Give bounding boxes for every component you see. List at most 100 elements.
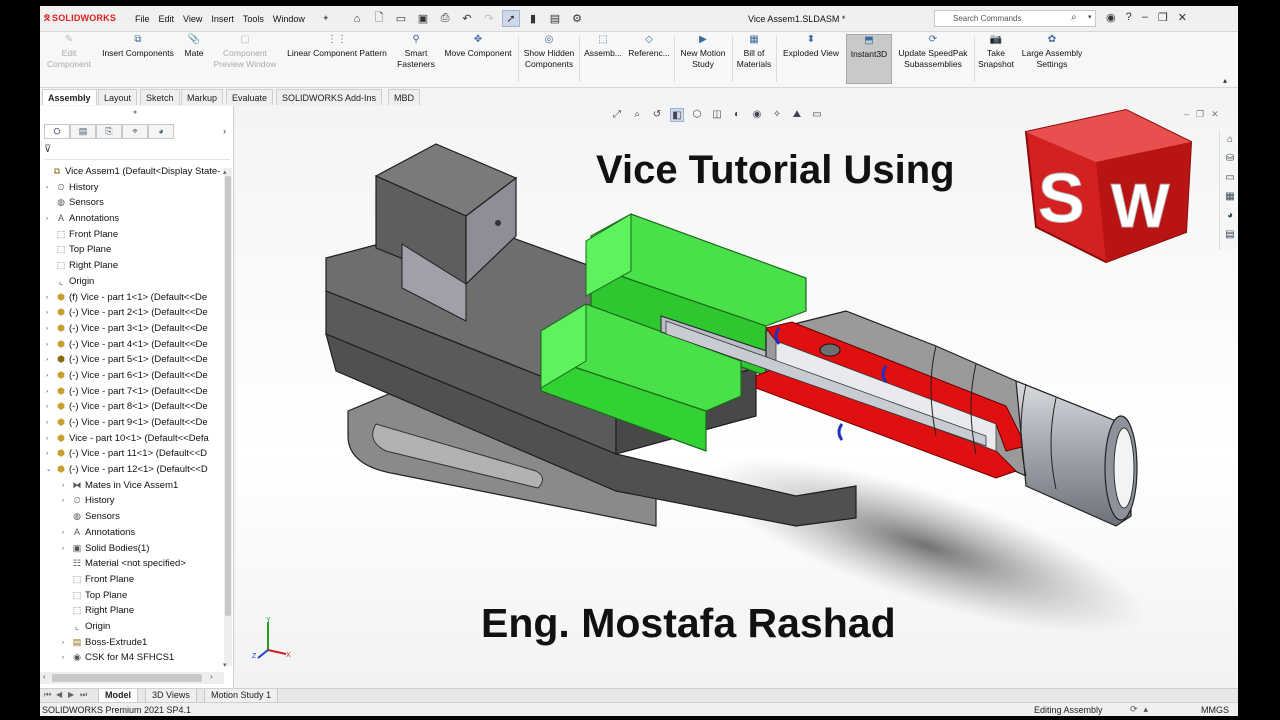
tree-expand-icon[interactable]: › — [46, 337, 54, 352]
exploded-view-button[interactable]: ⬍ Exploded View — [778, 34, 844, 84]
solidworks-resources-icon[interactable]: ⌂ — [1222, 132, 1238, 148]
tree-item[interactable]: › ⬢ (-) Vice - part 6<1> (Default<<De — [40, 368, 230, 384]
next-tab-icon[interactable]: ▶ — [68, 690, 74, 699]
tree-expand-icon[interactable]: › — [46, 368, 54, 383]
property-manager-tab-icon[interactable]: ▤ — [70, 124, 96, 139]
tree-expand-icon[interactable]: › — [62, 541, 70, 556]
large-assembly-settings-button[interactable]: ✿ Large Assembly Settings — [1018, 34, 1086, 84]
tab-3d-views[interactable]: 3D Views — [145, 689, 197, 703]
traffic-light-icon[interactable]: ▮ — [524, 10, 542, 27]
tree-expand-icon[interactable]: › — [46, 415, 54, 430]
open-folder-icon[interactable]: ▭ — [392, 10, 410, 27]
insert-components-button[interactable]: ⧉ Insert Components — [98, 34, 178, 84]
tree-expand-icon[interactable]: › — [62, 478, 70, 493]
hide-show-items-icon[interactable]: ◉ — [750, 108, 764, 122]
previous-view-icon[interactable]: ↺ — [650, 108, 664, 122]
options-gear-icon[interactable]: ⚙ — [568, 10, 586, 27]
new-document-icon[interactable]: 🗋 — [370, 10, 388, 27]
unit-system[interactable]: MMGS — [1201, 705, 1229, 715]
tree-expand-icon[interactable]: › — [46, 321, 54, 336]
tree-item[interactable]: › ⬢ (-) Vice - part 5<1> (Default<<De — [40, 352, 230, 368]
tree-expand-icon[interactable]: › — [46, 305, 54, 320]
scroll-right-icon[interactable]: › — [210, 672, 213, 681]
linear-component-pattern-button[interactable]: ⋮⋮ Linear Component Pattern — [282, 34, 392, 84]
tree-item[interactable]: › ⬢ Vice - part 10<1> (Default<<Defa — [40, 431, 230, 447]
tree-expand-icon[interactable]: › — [46, 211, 54, 226]
pin-menu-icon[interactable]: ✦ — [322, 13, 330, 24]
reference-geometry-button[interactable]: ◇ Referenc... — [626, 34, 672, 84]
search-dropdown-icon[interactable]: ▾ — [1088, 13, 1092, 21]
save-icon[interactable]: ▣ — [414, 10, 432, 27]
tree-item[interactable]: ◍ Sensors — [40, 195, 230, 211]
custom-properties-icon[interactable]: ▤ — [1222, 227, 1238, 243]
prev-tab-icon[interactable]: ◀ — [56, 690, 62, 699]
view-orientation-icon[interactable]: ◫ — [710, 108, 724, 122]
tree-filter-icon[interactable]: ⊽ — [44, 144, 230, 160]
smart-fasteners-button[interactable]: ⚲ Smart Fasteners — [394, 34, 438, 84]
tree-item[interactable]: › ⬢ (-) Vice - part 8<1> (Default<<De — [40, 399, 230, 415]
view-palette-icon[interactable]: ▦ — [1222, 189, 1238, 205]
first-tab-icon[interactable]: ⏮ — [44, 690, 51, 700]
configuration-manager-tab-icon[interactable]: ⎘ — [96, 124, 122, 139]
scroll-left-icon[interactable]: ‹ — [43, 672, 46, 681]
file-explorer-icon[interactable]: ▭ — [1222, 170, 1238, 186]
print-icon[interactable]: ⎙ — [436, 10, 454, 27]
tree-item[interactable]: › ▤ Boss-Extrude1 — [40, 635, 230, 651]
tree-expand-icon[interactable]: › — [62, 493, 70, 508]
edit-component-button[interactable]: ✎ Edit Component — [42, 34, 96, 84]
tree-item[interactable]: ⬚ Front Plane — [40, 572, 230, 588]
assembly-features-button[interactable]: ⬚ Assemb... — [582, 34, 624, 84]
redo-icon[interactable]: ↷ — [480, 10, 498, 27]
tab-evaluate[interactable]: Evaluate — [226, 89, 274, 105]
tree-item[interactable]: › ⬢ (f) Vice - part 1<1> (Default<<De — [40, 290, 230, 306]
move-component-button[interactable]: ✥ Move Component — [440, 34, 516, 84]
show-hidden-components-button[interactable]: ◎ Show Hidden Components — [521, 34, 577, 84]
close-icon[interactable]: ✕ — [1178, 11, 1187, 24]
tree-expand-icon[interactable]: › — [62, 525, 70, 540]
home-icon[interactable]: ⌂ — [348, 10, 366, 27]
dynamic-annotation-icon[interactable]: ⬡ — [690, 108, 704, 122]
display-style-icon[interactable]: ◐ — [730, 108, 744, 122]
dimxpert-tab-icon[interactable]: ⌖ — [122, 124, 148, 139]
tree-item[interactable]: › ⏲ History — [40, 180, 230, 196]
tree-item[interactable]: › ⬢ (-) Vice - part 4<1> (Default<<De — [40, 337, 230, 353]
tree-item[interactable]: › ⬢ (-) Vice - part 3<1> (Default<<De — [40, 321, 230, 337]
last-tab-icon[interactable]: ⏭ — [80, 690, 87, 700]
tree-item[interactable]: › ⧓ Mates in Vice Assem1 — [40, 478, 230, 494]
tree-expand-icon[interactable]: › — [46, 352, 54, 367]
minimize-icon[interactable]: – — [1142, 11, 1148, 24]
display-manager-tab-icon[interactable]: ◕ — [148, 124, 174, 139]
scroll-up-icon[interactable]: ▴ — [223, 168, 227, 176]
tree-item[interactable]: ⌞ Origin — [40, 274, 230, 290]
tree-item[interactable]: ◍ Sensors — [40, 509, 230, 525]
tree-item[interactable]: › ⬢ (-) Vice - part 7<1> (Default<<De — [40, 384, 230, 400]
tree-item[interactable]: ⧉ Vice Assem1 (Default<Display State- — [40, 164, 230, 180]
tree-item[interactable]: › ⬢ (-) Vice - part 11<1> (Default<<D — [40, 446, 230, 462]
tree-item[interactable]: ⌞ Origin — [40, 619, 230, 635]
menu-tools[interactable]: Tools — [243, 14, 264, 24]
tree-expand-icon[interactable]: › — [46, 431, 54, 446]
viewport-minimize-icon[interactable]: – — [1184, 109, 1189, 120]
tree-scroll-thumb[interactable] — [225, 176, 231, 616]
collapse-ribbon-icon[interactable]: ▴ — [1223, 76, 1227, 85]
select-arrow-icon[interactable]: ➚ — [502, 10, 520, 27]
tab-mbd[interactable]: MBD — [388, 89, 420, 105]
solidworks-logo[interactable]: ᘝ SOLIDWORKS — [44, 13, 116, 24]
tab-layout[interactable]: Layout — [98, 89, 138, 105]
component-preview-window-button[interactable]: ▢ Component Preview Window — [212, 34, 278, 84]
user-account-icon[interactable]: ◉ — [1106, 11, 1116, 24]
section-view-icon[interactable]: ◧ — [670, 108, 684, 122]
tree-hscroll-thumb[interactable] — [52, 674, 202, 682]
menu-insert[interactable]: Insert — [211, 14, 234, 24]
file-properties-icon[interactable]: ▤ — [546, 10, 564, 27]
scroll-down-icon[interactable]: ▾ — [223, 661, 227, 669]
edit-appearance-icon[interactable]: ✧ — [770, 108, 784, 122]
tree-item[interactable]: ⬚ Front Plane — [40, 227, 230, 243]
tab-sketch[interactable]: Sketch — [140, 89, 180, 105]
tree-expand-icon[interactable]: › — [46, 446, 54, 461]
tab-markup[interactable]: Markup — [181, 89, 224, 105]
tree-expand-icon[interactable]: › — [62, 650, 70, 665]
zoom-area-icon[interactable]: ⌕ — [630, 108, 644, 122]
restore-icon[interactable]: ❐ — [1158, 11, 1168, 24]
tree-expand-icon[interactable]: › — [46, 180, 54, 195]
